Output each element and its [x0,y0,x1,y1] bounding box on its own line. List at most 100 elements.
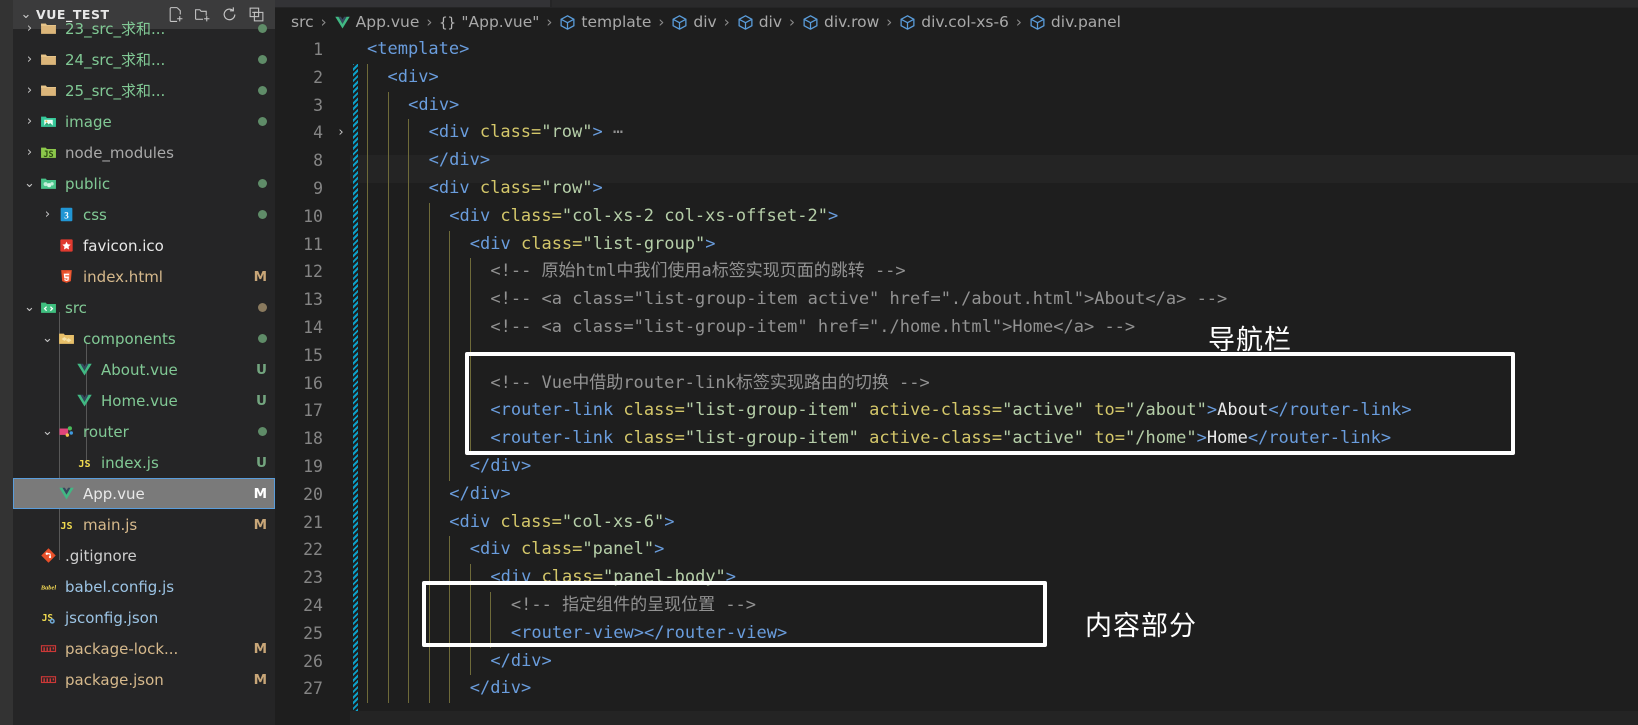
tree-item[interactable]: › 23_src_求和... [13,13,275,44]
chevron-right-icon[interactable]: › [39,208,56,221]
indent-guide [367,647,368,676]
chevron-down-icon[interactable]: ⌄ [21,177,38,190]
tree-item[interactable]: ⌄ components [13,323,275,354]
indent-guide [367,536,368,565]
fold-chevron-icon[interactable]: › [337,119,345,147]
indent-guide [367,397,368,426]
file-tree[interactable]: › 23_src_求和... › 24_src_求和... › 25_src_求和... ›… [13,20,275,725]
chevron-right-icon[interactable]: › [21,84,38,97]
code-line[interactable]: <div class="col-xs-2 col-xs-offset-2"> [449,203,838,231]
code-token: "row" [541,122,593,143]
breadcrumb-item[interactable]: src [291,13,314,31]
indent-guide [449,369,451,398]
tree-item[interactable]: › About.vue U [13,354,275,385]
code-line[interactable]: <div class="row"> ⋯ [429,119,624,147]
chevron-right-icon: › [57,363,74,376]
code-token: "list-group-item" [684,400,859,421]
line-number: 22 [303,540,323,560]
vue-icon [334,14,351,31]
code-line[interactable]: </div> [470,453,531,481]
tree-item[interactable]: › 24_src_求和... [13,44,275,75]
tree-item[interactable]: ⌄ src [13,292,275,323]
favicon-icon [56,237,76,254]
tree-item[interactable]: › package.json M [13,664,275,695]
cube-icon [1029,14,1046,31]
tree-item[interactable]: ⌄ public [13,168,275,199]
chevron-down-icon[interactable]: ⌄ [39,332,56,345]
breadcrumb-separator: › [1015,13,1022,31]
code-line[interactable]: </div> [470,675,531,703]
breadcrumb-item[interactable]: App.vue [334,13,419,31]
code-line[interactable]: <router-link class="list-group-item" act… [490,397,1411,425]
tree-item[interactable]: › index.html M [13,261,275,292]
chevron-right-icon[interactable]: › [21,115,38,128]
line-number: 16 [303,373,323,393]
breadcrumb-item[interactable]: div.col-xs-6 [899,13,1009,31]
indent-guide [469,592,471,620]
breadcrumb-item[interactable]: div [671,13,717,31]
indent-guide [469,341,471,370]
code-line[interactable]: <!-- <a class="list-group-item active" h… [490,286,1227,314]
line-number: 23 [303,568,323,588]
code-token: class= [479,178,542,198]
tree-item[interactable]: › package-lock... M [13,633,275,664]
breadcrumb-item[interactable]: template [559,13,651,31]
code-editor[interactable]: 1 2 3 4 › 8 9 10 11 12 13 14 15 16 17 18 19 20 21 22 23 24 25 2… [275,36,1638,725]
indent-guide [449,397,451,426]
code-line[interactable]: <!-- 指定组件的呈现位置 --> [511,592,756,620]
code-line[interactable]: <!-- Vue中借助router-link标签实现路由的切换 --> [490,370,929,398]
indent-guide [408,147,410,175]
indent-guide [387,258,389,287]
tree-item[interactable]: › JS node_modules [13,137,275,168]
tree-item[interactable]: › JS main.js M [13,509,275,540]
tree-item[interactable]: ⌄ router [13,416,275,447]
code-line[interactable]: <div class="panel"> [470,536,665,564]
code-line[interactable]: <template> [367,36,469,64]
code-line[interactable]: <div class="list-group"> [470,231,716,259]
code-line[interactable]: <!-- 原始html中我们使用a标签实现页面的跳转 --> [490,258,905,286]
code-line[interactable]: <div> [408,92,459,120]
code-line[interactable]: </div> [449,481,510,509]
code-line[interactable]: <div class="col-xs-6"> [449,509,674,537]
code-line[interactable]: <!-- <a class="list-group-item" href="./… [490,314,1135,342]
chevron-down-icon[interactable]: ⌄ [39,425,56,438]
breadcrumb-item[interactable]: {} "App.vue" [439,13,540,31]
indent-guide [469,369,471,398]
line-number: 9 [313,179,323,198]
code-line[interactable]: </div> [429,147,490,175]
code-line[interactable]: <div class="row"> [429,175,603,203]
chevron-right-icon[interactable]: › [21,22,38,35]
tree-item[interactable]: › 3 css [13,199,275,230]
tree-item[interactable]: ›Babel babel.config.js [13,571,275,602]
code-line[interactable]: <div class="panel-body"> [490,564,736,592]
tree-item[interactable]: › favicon.ico [13,230,275,261]
line-highlight [350,711,1638,725]
chevron-down-icon[interactable]: ⌄ [21,301,38,314]
chevron-right-icon[interactable]: › [21,146,38,159]
tree-item[interactable]: ›JS jsconfig.json [13,602,275,633]
code-line[interactable]: <div> [388,64,439,92]
tree-item[interactable]: › App.vue M [13,478,275,509]
tree-item[interactable]: › Home.vue U [13,385,275,416]
chevron-right-icon[interactable]: › [21,53,38,66]
tree-item[interactable]: › image [13,106,275,137]
indent-guide [387,592,389,620]
code-token: <!-- Vue中借助router-link标签实现路由的切换 --> [490,372,930,393]
breadcrumb[interactable]: src › App.vue › {} "App.vue" › template › div › div… [275,8,1638,36]
code-line[interactable]: </div> [490,648,551,676]
tree-item-label: package-lock... [65,639,179,658]
breadcrumb-item[interactable]: div.panel [1029,13,1121,31]
editor-area: src › App.vue › {} "App.vue" › template › div › div… [275,0,1638,725]
indent-guide [469,258,471,287]
breadcrumb-item[interactable]: div [737,13,782,31]
breadcrumb-separator: › [320,13,327,31]
folder-icon [38,51,58,68]
indent-guide [367,425,368,453]
tree-item[interactable]: › 25_src_求和... [13,75,275,106]
indent-guide [408,119,410,148]
code-line[interactable]: <router-view></router-view> [511,620,787,648]
tree-item[interactable]: › .gitignore [13,540,275,571]
code-line[interactable]: <router-link class="list-group-item" act… [490,425,1391,453]
breadcrumb-item[interactable]: div.row [802,13,879,31]
tree-item[interactable]: › JS index.js U [13,447,275,478]
